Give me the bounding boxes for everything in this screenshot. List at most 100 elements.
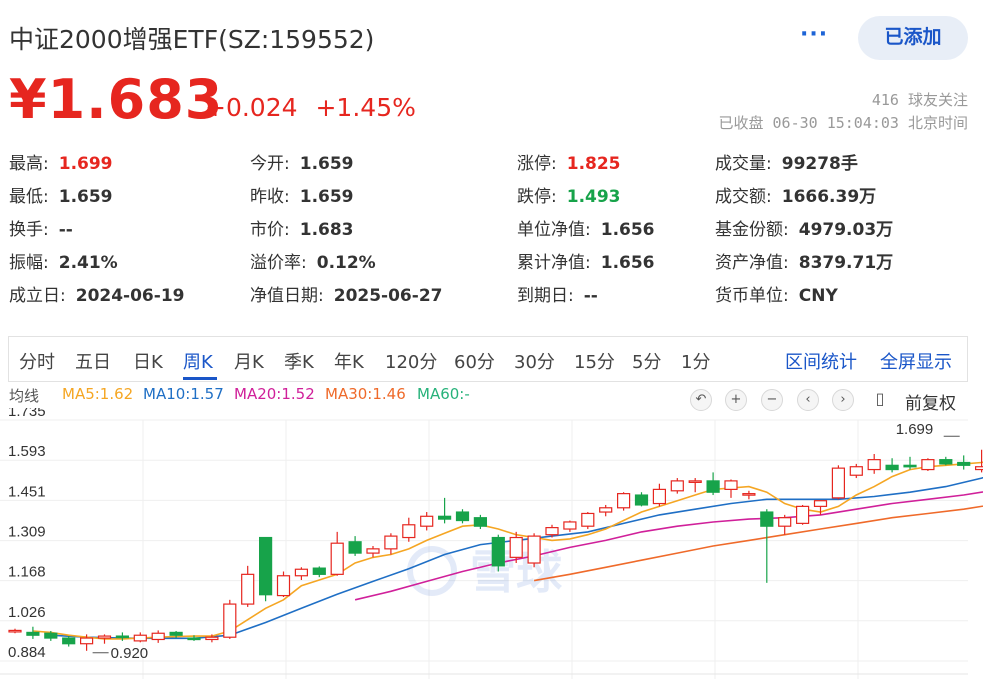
added-watchlist-button[interactable]: 已添加 [858,16,968,60]
candle-body [366,548,380,554]
change-amount: +0.024 [205,93,298,122]
tab-1min[interactable]: 1分 [681,348,710,374]
active-tab-indicator [183,377,217,380]
y-tick-label: 1.593 [8,443,46,460]
followers-count[interactable]: 416 球友关注 [872,89,968,110]
y-tick-label: 1.451 [8,483,46,500]
quote-label: 成交额: [715,187,772,207]
candle-body [241,573,255,605]
candle-body [581,512,595,527]
candle-body [652,488,667,505]
candle-body [151,632,165,641]
candle-body [276,575,291,597]
quote-limit-up: 涨停: 1.825 [517,149,621,174]
candle-body [44,632,58,639]
quote-label: 单位净值: [517,220,591,240]
quote-value: 1.493 [566,187,621,207]
quote-label: 跌停: [517,187,557,207]
candle-body [849,466,863,476]
quote-amount: 成交额: 1666.39万 [715,182,876,207]
legend-ma30: MA30:1.46 [325,385,406,403]
tab-30min[interactable]: 30分 [514,348,555,374]
quote-nav-date: 净值日期: 2025-06-27 [250,281,442,306]
quote-label: 涨停: [517,154,557,174]
candle-body [384,535,398,550]
candle-body [509,536,523,558]
quote-prev-close: 昨收: 1.659 [250,182,354,207]
candle-body [330,542,344,575]
candle-body [205,636,219,641]
tab-yearly-k[interactable]: 年K [334,348,364,374]
legend-ma60: MA60:- [417,385,470,403]
more-options-icon[interactable]: ··· [800,22,828,47]
candle-body [867,459,881,471]
tab-120min[interactable]: 120分 [385,348,437,374]
max-price-annotation: 1.699 [896,421,934,438]
quote-value: 2025-06-27 [333,286,443,306]
fullscreen-button[interactable]: 全屏显示 [880,348,952,374]
y-tick-label: 1.026 [8,604,46,621]
quote-value: 0.12% [316,253,376,273]
market-status: 已收盘 06-30 15:04:03 北京时间 [718,114,969,132]
candle-body [97,635,112,639]
quote-label: 今开: [250,154,290,174]
candle-body [616,493,631,509]
candle-body [563,521,577,530]
candle-body [312,567,326,575]
candle-body [831,467,846,499]
legend-avg-label: 均线 [9,387,40,405]
candle-body [939,459,953,465]
candle-body [706,480,720,493]
y-tick-label: 1.309 [8,524,46,541]
candle-body [545,527,559,536]
candle-body [187,637,201,641]
quote-label: 基金份额: [715,220,789,240]
quote-value: -- [583,286,598,306]
tab-quarterly-k[interactable]: 季K [284,348,314,374]
quote-value: 1.683 [299,220,354,240]
quote-premium: 溢价率: 0.12% [250,248,376,273]
quote-value: 2024-06-19 [75,286,185,306]
quote-currency: 货币单位: CNY [715,281,838,306]
candle-body [115,635,130,639]
tab-intraday[interactable]: 分时 [19,348,55,374]
quote-value: 1.825 [566,154,621,174]
min-price-annotation: 0.920 [111,645,149,662]
quote-label: 溢价率: [250,253,307,273]
quote-label: 到期日: [517,286,574,306]
candle-body [420,515,434,527]
quote-label: 最高: [9,154,49,174]
tab-monthly-k[interactable]: 月K [234,348,264,374]
candle-body [438,515,452,520]
tab-weekly-k[interactable]: 周K [183,348,213,374]
quote-value: 1.659 [58,187,113,207]
candle-body [885,464,899,471]
quote-value: 2.41% [58,253,118,273]
weekly-k-chart[interactable]: 1.7351.5931.4511.3091.1681.0260.884雪球1.6… [0,408,983,679]
candle-body [903,464,917,468]
quote-label: 换手: [9,220,49,240]
quote-maturity: 到期日: -- [517,281,598,306]
candle-body [348,541,362,554]
candle-body [79,637,94,645]
quote-value: 1.659 [299,154,354,174]
quote-value: CNY [798,286,838,306]
quote-open: 今开: 1.659 [250,149,354,174]
tab-60min[interactable]: 60分 [454,348,495,374]
candle-body [455,511,470,522]
candle-body [634,494,649,506]
quote-value: 8379.71万 [798,253,894,273]
tab-15min[interactable]: 15分 [574,348,615,374]
candle-body [742,493,756,496]
quote-amplitude: 振幅: 2.41% [9,248,118,273]
quote-value: 1.699 [58,154,113,174]
tab-five-day[interactable]: 五日 [75,348,111,374]
quote-fund-shares: 基金份额: 4979.03万 [715,215,893,240]
range-stats-button[interactable]: 区间统计 [785,348,857,374]
period-tabbar: 分时 五日 日K 周K 月K 季K 年K 120分 60分 30分 15分 5分… [8,336,968,382]
tab-daily-k[interactable]: 日K [133,348,163,374]
candle-body [223,603,237,638]
y-tick-label: 1.735 [8,408,46,420]
tab-5min[interactable]: 5分 [632,348,661,374]
quote-label: 成交量: [715,154,772,174]
